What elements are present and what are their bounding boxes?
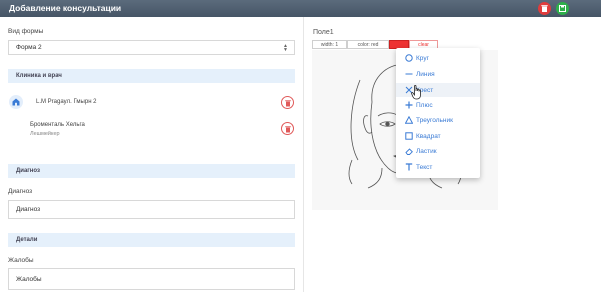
window-title: Добавление консультации <box>9 3 122 13</box>
menu-label: Круг <box>416 54 429 62</box>
save-icon <box>559 5 566 12</box>
menu-item-eraser[interactable]: Ластик <box>396 144 480 158</box>
form-type-value: Форма 2 <box>16 44 42 51</box>
menu-item-circle[interactable]: Круг <box>396 51 480 65</box>
form-panel <box>0 17 303 292</box>
color-button[interactable]: color: red <box>347 40 389 49</box>
save-button[interactable] <box>556 2 569 15</box>
plus-icon <box>404 101 413 110</box>
hand-cursor-icon <box>411 85 421 100</box>
complaints-value: Жалобы <box>16 275 42 283</box>
circle-icon <box>404 54 413 63</box>
menu-label: Квадрат <box>416 132 441 140</box>
menu-item-text[interactable]: Текст <box>396 160 480 174</box>
menu-label: Линия <box>416 70 435 78</box>
delete-button[interactable] <box>538 2 551 15</box>
trash-icon <box>285 126 291 133</box>
drawing-field-title: Поле1 <box>313 29 334 36</box>
text-icon <box>404 163 413 172</box>
diagnosis-input[interactable]: Диагноз <box>8 200 295 219</box>
select-arrows-icon: ▲ ▼ <box>283 42 288 53</box>
remove-clinic-button[interactable] <box>281 96 294 109</box>
shape-menu: Круг Линия Крест Плюс Треугольник Квадра… <box>396 48 480 178</box>
square-icon <box>404 132 413 141</box>
menu-item-line[interactable]: Линия <box>396 67 480 81</box>
menu-label: Плюс <box>416 101 433 109</box>
complaints-input[interactable]: Жалобы <box>8 268 295 290</box>
complaints-label: Жалобы <box>8 257 34 264</box>
diagnosis-value: Диагноз <box>16 206 41 213</box>
remove-doctor-button[interactable] <box>281 122 294 135</box>
menu-item-square[interactable]: Квадрат <box>396 129 480 143</box>
clinic-name: L.M Pragayл. Гмырн 2 <box>36 99 97 105</box>
menu-item-triangle[interactable]: Треугольник <box>396 113 480 127</box>
panel-divider <box>303 17 304 292</box>
form-type-label: Вид формы <box>8 28 44 35</box>
title-bar: Добавление консультации <box>0 0 601 17</box>
menu-item-plus[interactable]: Плюс <box>396 98 480 112</box>
width-button[interactable]: width: 1 <box>312 40 347 49</box>
section-diagnosis-title: Диагноз <box>16 168 40 174</box>
doctor-name: Броменталь Хельга <box>30 122 85 128</box>
section-clinic-title: Клиника и врач <box>16 73 62 79</box>
menu-label: Ластик <box>416 147 437 155</box>
width-label: width: 1 <box>320 41 339 48</box>
doctor-role: Лешмейкер <box>30 131 60 137</box>
form-type-select[interactable]: Форма 2 ▲ ▼ <box>8 40 295 55</box>
menu-label: Текст <box>416 163 433 171</box>
section-clinic: Клиника и врач <box>8 69 295 83</box>
triangle-icon <box>404 116 413 125</box>
section-diagnosis: Диагноз <box>8 164 295 178</box>
section-details: Детали <box>8 233 295 247</box>
color-label: color: red <box>357 41 379 48</box>
menu-label: Треугольник <box>416 116 453 124</box>
section-details-title: Детали <box>16 237 38 243</box>
diagnosis-label: Диагноз <box>8 188 33 195</box>
line-icon <box>404 70 413 79</box>
trash-icon <box>285 100 291 107</box>
menu-item-cross[interactable]: Крест <box>396 83 480 97</box>
trash-icon <box>541 5 548 12</box>
clinic-icon <box>9 95 23 109</box>
eraser-icon <box>404 147 413 156</box>
clear-label: clear <box>418 41 429 48</box>
